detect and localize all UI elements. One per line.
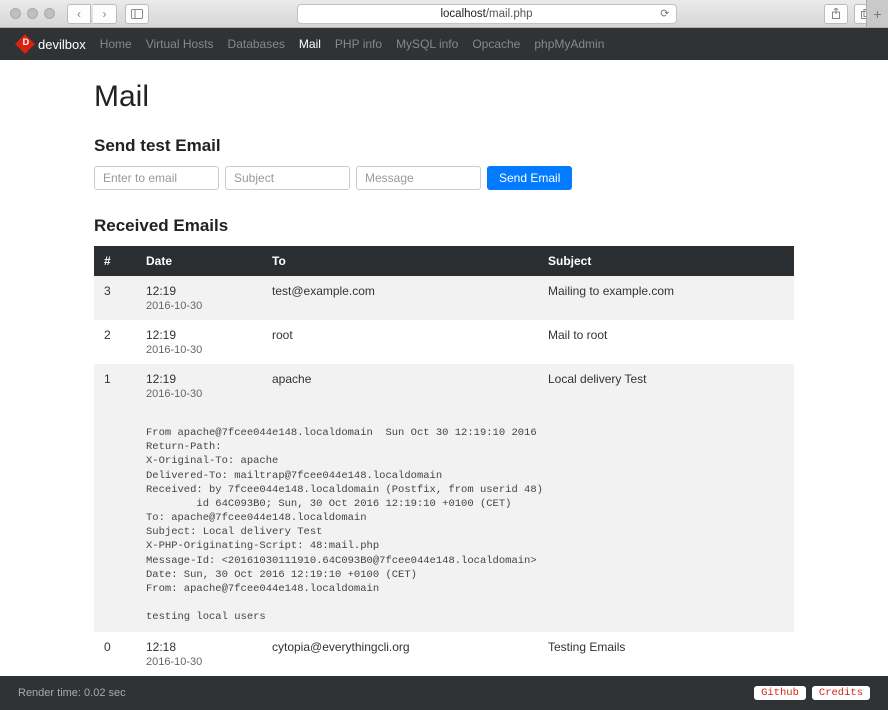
back-button[interactable]: ‹ bbox=[67, 4, 91, 24]
nav-link-mysql-info[interactable]: MySQL info bbox=[396, 37, 458, 51]
row-date: 12:192016-10-30 bbox=[136, 364, 262, 408]
brand-name: devilbox bbox=[38, 37, 86, 52]
table-row[interactable]: 112:192016-10-30apacheLocal delivery Tes… bbox=[94, 364, 794, 408]
send-heading: Send test Email bbox=[94, 136, 794, 156]
send-button[interactable]: Send Email bbox=[487, 166, 572, 190]
table-row-expanded: From apache@7fcee044e148.localdomain Sun… bbox=[94, 408, 794, 632]
nav-link-home[interactable]: Home bbox=[100, 37, 132, 51]
row-subject: Mailing to example.com bbox=[538, 276, 794, 320]
footer: Render time: 0.02 sec Github Credits bbox=[0, 676, 888, 710]
table-row[interactable]: 312:192016-10-30test@example.comMailing … bbox=[94, 276, 794, 320]
col-subject: Subject bbox=[538, 246, 794, 276]
reload-icon[interactable]: ⟳ bbox=[660, 7, 669, 20]
sidebar-icon bbox=[131, 9, 143, 19]
nav-link-opcache[interactable]: Opcache bbox=[472, 37, 520, 51]
row-num: 0 bbox=[94, 632, 136, 676]
url-host: localhost bbox=[440, 8, 485, 20]
render-time: Render time: 0.02 sec bbox=[18, 687, 126, 699]
emails-table: # Date To Subject 312:192016-10-30test@e… bbox=[94, 246, 794, 676]
share-button[interactable] bbox=[824, 4, 848, 24]
nav-link-virtual-hosts[interactable]: Virtual Hosts bbox=[146, 37, 214, 51]
footer-link-github[interactable]: Github bbox=[754, 686, 806, 700]
window-controls bbox=[10, 8, 55, 19]
row-subject: Local delivery Test bbox=[538, 364, 794, 408]
new-tab-button[interactable]: + bbox=[866, 0, 888, 27]
row-date: 12:182016-10-30 bbox=[136, 632, 262, 676]
footer-link-credits[interactable]: Credits bbox=[812, 686, 870, 700]
nav-link-mail[interactable]: Mail bbox=[299, 37, 321, 51]
nav-back-forward: ‹ › bbox=[67, 4, 117, 24]
page-title: Mail bbox=[94, 80, 794, 114]
share-icon bbox=[831, 8, 841, 19]
chevron-left-icon: ‹ bbox=[77, 7, 81, 21]
minimize-dot[interactable] bbox=[27, 8, 38, 19]
row-date: 12:192016-10-30 bbox=[136, 320, 262, 364]
chevron-right-icon: › bbox=[103, 7, 107, 21]
row-to: cytopia@everythingcli.org bbox=[262, 632, 538, 676]
address-bar[interactable]: localhost/mail.php ⟳ bbox=[297, 4, 677, 24]
row-to: test@example.com bbox=[262, 276, 538, 320]
subject-input[interactable] bbox=[225, 166, 350, 190]
row-num: 3 bbox=[94, 276, 136, 320]
send-form: Send Email bbox=[94, 166, 794, 190]
row-to: root bbox=[262, 320, 538, 364]
col-num: # bbox=[94, 246, 136, 276]
row-date: 12:192016-10-30 bbox=[136, 276, 262, 320]
nav-links: Home Virtual Hosts Databases Mail PHP info My… bbox=[100, 37, 605, 51]
received-heading: Received Emails bbox=[94, 216, 794, 236]
col-to: To bbox=[262, 246, 538, 276]
page-body: Mail Send test Email Send Email Received… bbox=[0, 60, 888, 676]
col-date: Date bbox=[136, 246, 262, 276]
row-to: apache bbox=[262, 364, 538, 408]
row-subject: Testing Emails bbox=[538, 632, 794, 676]
devilbox-logo-icon bbox=[15, 34, 35, 54]
plus-icon: + bbox=[873, 6, 881, 22]
browser-toolbar: ‹ › localhost/mail.php ⟳ + bbox=[0, 0, 888, 28]
sidebar-toggle[interactable] bbox=[125, 4, 149, 24]
nav-link-php-info[interactable]: PHP info bbox=[335, 37, 382, 51]
nav-link-phpmyadmin[interactable]: phpMyAdmin bbox=[534, 37, 604, 51]
forward-button[interactable]: › bbox=[93, 4, 117, 24]
table-header-row: # Date To Subject bbox=[94, 246, 794, 276]
table-row[interactable]: 012:182016-10-30cytopia@everythingcli.or… bbox=[94, 632, 794, 676]
row-num: 2 bbox=[94, 320, 136, 364]
app-navbar: devilbox Home Virtual Hosts Databases Mail P… bbox=[0, 28, 888, 60]
row-subject: Mail to root bbox=[538, 320, 794, 364]
url-path: /mail.php bbox=[486, 8, 533, 20]
to-input[interactable] bbox=[94, 166, 219, 190]
row-num: 1 bbox=[94, 364, 136, 408]
email-raw-source: From apache@7fcee044e148.localdomain Sun… bbox=[146, 416, 784, 624]
close-dot[interactable] bbox=[10, 8, 21, 19]
message-input[interactable] bbox=[356, 166, 481, 190]
nav-link-databases[interactable]: Databases bbox=[228, 37, 285, 51]
zoom-dot[interactable] bbox=[44, 8, 55, 19]
brand[interactable]: devilbox bbox=[18, 37, 86, 52]
table-row[interactable]: 212:192016-10-30rootMail to root bbox=[94, 320, 794, 364]
